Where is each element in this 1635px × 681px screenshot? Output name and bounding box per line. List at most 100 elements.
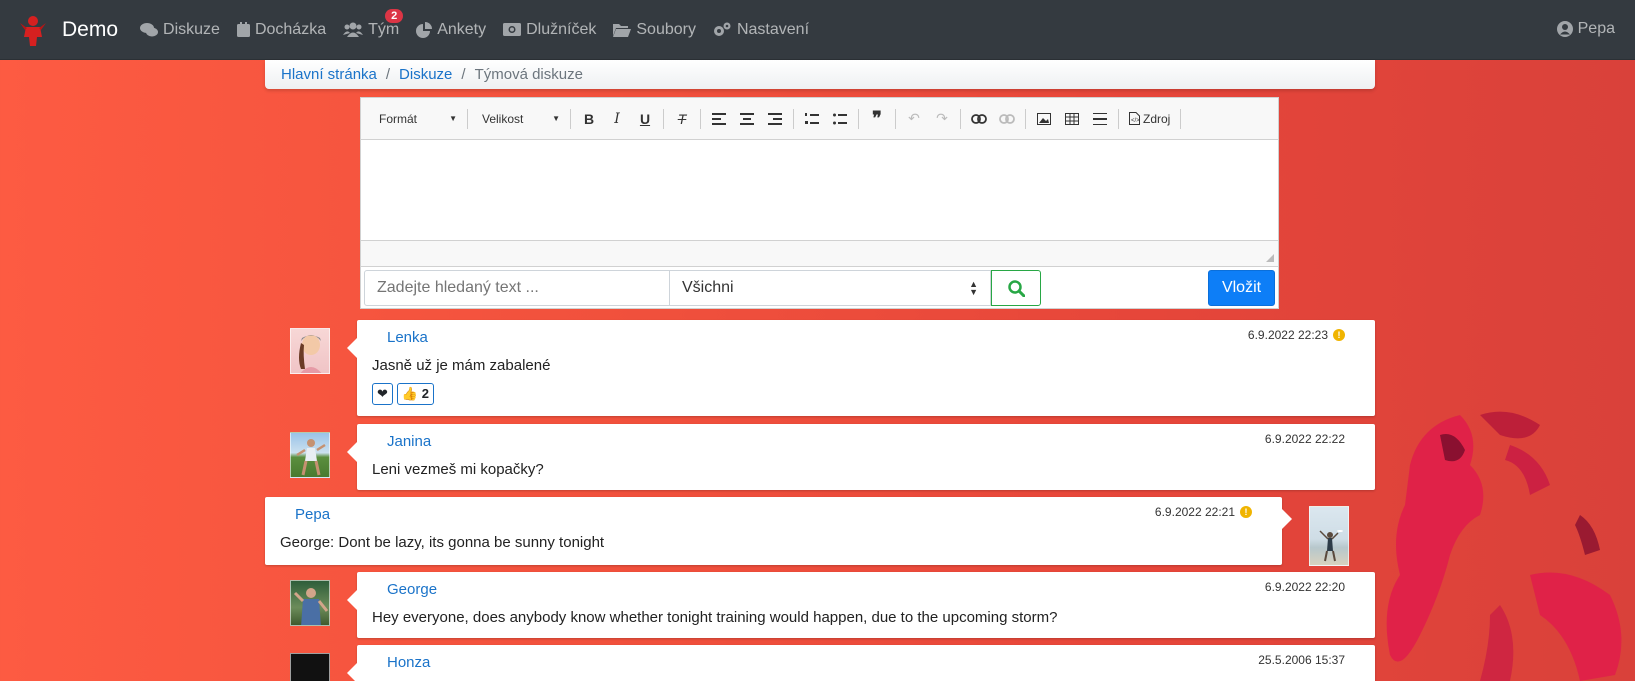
users-icon <box>343 22 364 37</box>
link-button[interactable] <box>967 107 991 131</box>
nav-label: Ankety <box>437 20 487 38</box>
post-timestamp: 6.9.2022 22:23 <box>1247 328 1328 342</box>
bullet-list-button[interactable] <box>828 107 852 131</box>
editor-content-area[interactable] <box>361 140 1278 240</box>
nav-label: Soubory <box>636 20 696 38</box>
calendar-icon <box>236 22 250 37</box>
post-timestamp: 6.9.2022 22:22 <box>1264 432 1345 446</box>
post-card: Lenka 6.9.2022 22:23! Jasně už je mám za… <box>347 320 1375 416</box>
avatar-lenka[interactable] <box>290 328 330 374</box>
resize-handle[interactable] <box>1266 254 1274 262</box>
folder-open-icon <box>613 23 632 37</box>
caret-down-icon: ▼ <box>552 114 560 123</box>
numbered-list-button[interactable] <box>800 107 824 131</box>
bullet-list-icon <box>833 113 847 124</box>
top-navbar: Demo Diskuze Docházka Tým 2 Ankety Dlužn… <box>0 0 1635 60</box>
source-icon: </> <box>1129 112 1140 125</box>
post-timestamp: 6.9.2022 22:20 <box>1264 580 1345 594</box>
breadcrumb-current: Týmová diskuze <box>474 66 583 83</box>
nav-item-ankety[interactable]: Ankety <box>416 21 486 39</box>
undo-button[interactable]: ↶ <box>902 107 926 131</box>
post-card: Honza 25.5.2006 15:37 <box>347 645 1375 681</box>
caret-down-icon: ▼ <box>449 114 457 123</box>
user-menu[interactable]: Pepa <box>1556 20 1615 38</box>
breadcrumb-home-link[interactable]: Hlavní stránka <box>281 66 377 83</box>
post-author[interactable]: Janina <box>387 433 431 450</box>
nav-item-soubory[interactable]: Soubory <box>613 21 696 39</box>
align-right-button[interactable] <box>763 107 787 131</box>
image-button[interactable] <box>1032 107 1056 131</box>
post-author[interactable]: George <box>387 581 437 598</box>
size-dropdown[interactable]: Velikost ▼ <box>472 106 566 132</box>
align-center-button[interactable] <box>735 107 759 131</box>
reaction-heart-button[interactable]: ❤ <box>372 383 393 405</box>
post-author[interactable]: Honza <box>387 654 430 671</box>
nav-item-nastaveni[interactable]: Nastavení <box>713 21 809 39</box>
post-timestamp: 6.9.2022 22:21 <box>1154 505 1235 519</box>
user-name: Pepa <box>1577 20 1615 37</box>
reactions: ❤ 👍 2 <box>372 383 438 405</box>
underline-icon: U <box>639 110 651 127</box>
brand[interactable]: Demo <box>18 13 118 47</box>
unlink-icon <box>999 113 1015 124</box>
author-filter-select[interactable]: Všichni ▲ ▼ <box>670 270 991 306</box>
size-label: Velikost <box>482 111 524 126</box>
post-author[interactable]: Pepa <box>295 506 330 523</box>
search-button[interactable] <box>991 270 1041 306</box>
nav-item-diskuze[interactable]: Diskuze <box>140 21 220 39</box>
comments-icon <box>140 22 159 36</box>
post-text: Jasně už je mám zabalené <box>372 357 551 374</box>
avatar-george[interactable] <box>290 580 330 626</box>
post-card: Janina 6.9.2022 22:22 Leni vezmeš mi kop… <box>347 424 1375 490</box>
search-icon <box>1007 279 1025 297</box>
format-label: Formát <box>379 111 418 126</box>
submit-post-button[interactable]: Vložit <box>1208 270 1275 306</box>
svg-text:</>: </> <box>1131 118 1140 124</box>
align-right-icon <box>768 112 782 125</box>
post-time: 6.9.2022 22:23! <box>1248 328 1345 342</box>
toolbar-separator <box>467 108 468 129</box>
italic-button[interactable]: I <box>605 107 629 131</box>
info-icon[interactable]: ! <box>1333 329 1345 341</box>
post-text: Hey everyone, does anybody know whether … <box>372 609 1058 626</box>
pie-chart-icon <box>416 21 433 38</box>
breadcrumb-section-link[interactable]: Diskuze <box>399 66 452 83</box>
decorative-background-artwork <box>1386 411 1622 681</box>
unlink-button[interactable] <box>995 107 1019 131</box>
post-editor: Formát ▼ Velikost ▼ B I U T ❞ ↶ ↷ </> Zd… <box>360 97 1279 309</box>
horizontal-line-icon <box>1093 112 1107 125</box>
post-card: George 6.9.2022 22:20 Hey everyone, does… <box>347 572 1375 638</box>
toolbar-separator <box>858 108 859 129</box>
editor-toolbar: Formát ▼ Velikost ▼ B I U T ❞ ↶ ↷ </> Zd… <box>361 98 1278 140</box>
toolbar-separator <box>700 108 701 129</box>
nav-item-dluznicek[interactable]: Dlužníček <box>503 21 596 39</box>
nav-label: Diskuze <box>163 20 220 38</box>
blockquote-button[interactable]: ❞ <box>865 107 889 131</box>
align-left-button[interactable] <box>707 107 731 131</box>
red-figure-logo <box>18 13 48 47</box>
search-input[interactable] <box>364 270 670 306</box>
source-button[interactable]: </> Zdroj <box>1123 112 1176 126</box>
post-author[interactable]: Lenka <box>387 329 428 346</box>
bold-button[interactable]: B <box>577 107 601 131</box>
avatar-pepa[interactable] <box>1309 506 1349 566</box>
nav-item-dochazka[interactable]: Docházka <box>236 21 326 39</box>
avatar-honza[interactable] <box>290 653 330 681</box>
redo-icon: ↷ <box>936 110 948 126</box>
avatar-janina[interactable] <box>290 432 330 478</box>
remove-format-button[interactable]: T <box>670 107 694 131</box>
underline-button[interactable]: U <box>633 107 657 131</box>
format-dropdown[interactable]: Formát ▼ <box>369 106 463 132</box>
cogs-icon <box>713 22 731 36</box>
horizontal-line-button[interactable] <box>1088 107 1112 131</box>
table-button[interactable] <box>1060 107 1084 131</box>
reaction-thumbs-up-button[interactable]: 👍 2 <box>396 383 434 405</box>
image-icon <box>1037 112 1051 125</box>
info-icon[interactable]: ! <box>1240 506 1252 518</box>
nav-label: Tým <box>368 20 400 38</box>
nav-item-tym[interactable]: Tým 2 <box>343 8 404 39</box>
toolbar-separator <box>1180 108 1182 129</box>
redo-button[interactable]: ↷ <box>930 107 954 131</box>
table-icon <box>1065 112 1079 125</box>
align-left-icon <box>712 112 726 125</box>
